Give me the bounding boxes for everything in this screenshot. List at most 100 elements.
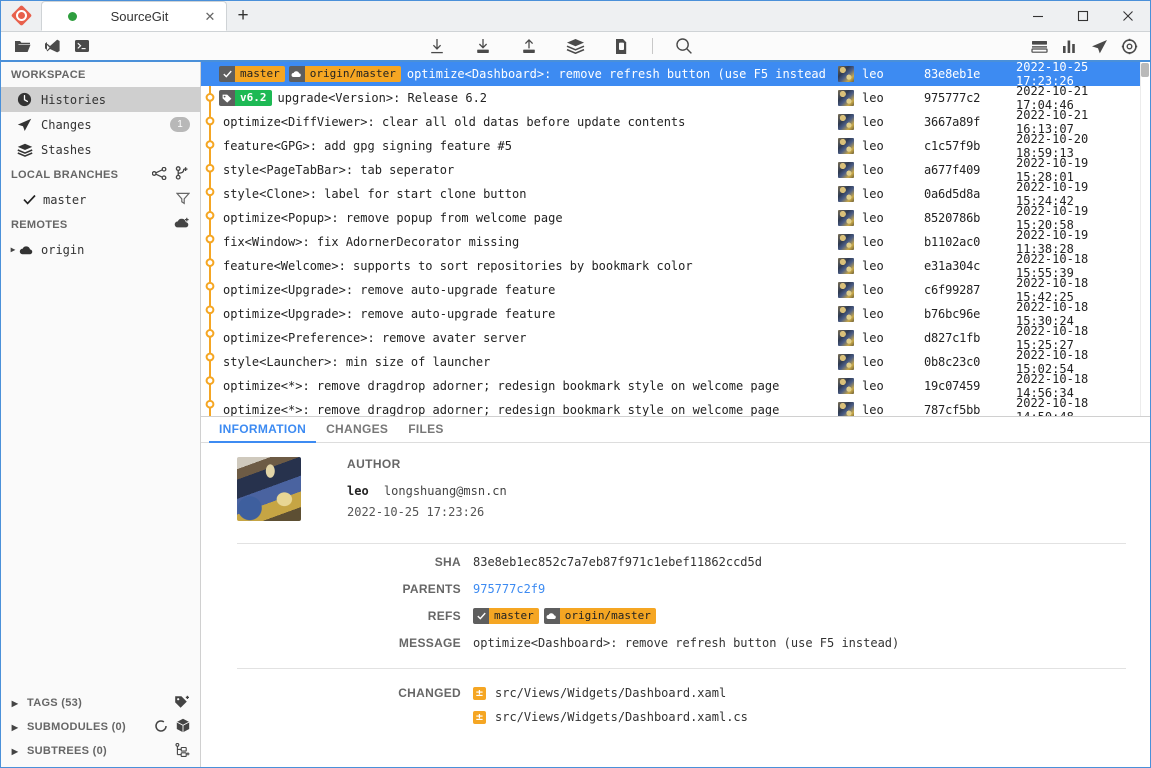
commit-meta-row[interactable]: leo a677f409 2022-10-19 15:28:01 bbox=[828, 156, 1150, 184]
ref-badge-tag[interactable]: v6.2 bbox=[219, 90, 272, 106]
commit-list-scrollbar-thumb[interactable] bbox=[1141, 63, 1149, 77]
pull-icon[interactable] bbox=[468, 33, 498, 59]
tab-information[interactable]: INFORMATION bbox=[209, 422, 317, 443]
commit-row[interactable]: optimize<Popup>: remove popup from welco… bbox=[201, 206, 828, 230]
sidebar-section-tags[interactable]: ▶ TAGS (53) bbox=[1, 691, 200, 715]
add-subtree-icon[interactable] bbox=[175, 742, 190, 760]
close-button[interactable] bbox=[1105, 0, 1150, 31]
commit-subject: style<Launcher>: min size of launcher bbox=[223, 355, 491, 369]
chevron-right-icon[interactable]: ▶ bbox=[9, 699, 21, 708]
commit-meta-row[interactable]: leo 0a6d5d8a 2022-10-19 15:24:42 bbox=[828, 180, 1150, 208]
avatar bbox=[838, 402, 854, 416]
commit-meta-row[interactable]: leo 8520786b 2022-10-19 15:20:58 bbox=[828, 204, 1150, 232]
statistics-icon[interactable] bbox=[1054, 33, 1084, 59]
commit-meta-columns: leo 83e8eb1e 2022-10-25 17:23:26 leo 975777c… bbox=[828, 62, 1150, 416]
commit-row[interactable]: fix<Window>: fix AdornerDecorator missin… bbox=[201, 230, 828, 254]
commit-row[interactable]: optimize<*>: remove dragdrop adorner; re… bbox=[201, 398, 828, 416]
check-icon bbox=[219, 66, 235, 82]
sidebar-item-stashes[interactable]: Stashes bbox=[1, 137, 200, 162]
local-branches-header-label: LOCAL BRANCHES bbox=[11, 168, 119, 181]
commit-meta-row[interactable]: leo b76bc96e 2022-10-18 15:30:24 bbox=[828, 300, 1150, 328]
commit-list-scrollbar[interactable] bbox=[1140, 62, 1150, 416]
commit-row[interactable]: v6.2 upgrade<Version>: Release 6.2 bbox=[201, 86, 828, 110]
commit-row[interactable]: style<Launcher>: min size of launcher bbox=[201, 350, 828, 374]
commit-author: leo bbox=[862, 91, 884, 105]
app-logo bbox=[1, 0, 41, 31]
commit-row[interactable]: feature<GPG>: add gpg signing feature #5 bbox=[201, 134, 828, 158]
commit-list[interactable]: master origin/master optimize<Dashboard>: … bbox=[201, 62, 1150, 416]
settings-gear-icon[interactable] bbox=[1114, 33, 1144, 59]
terminal-icon[interactable] bbox=[67, 33, 97, 59]
ref-badge-branch[interactable]: master bbox=[219, 66, 285, 82]
commit-row[interactable]: optimize<DiffViewer>: clear all old data… bbox=[201, 110, 828, 134]
detail-divider-2 bbox=[237, 668, 1126, 669]
filter-icon[interactable] bbox=[175, 192, 191, 208]
commit-meta-row[interactable]: leo 3667a89f 2022-10-21 16:13:07 bbox=[828, 108, 1150, 136]
new-tag-icon[interactable] bbox=[174, 695, 190, 712]
commit-row[interactable]: optimize<Upgrade>: remove auto-upgrade f… bbox=[201, 278, 828, 302]
commit-row[interactable]: optimize<Preference>: remove avater serv… bbox=[201, 326, 828, 350]
commit-meta-row[interactable]: leo c6f99287 2022-10-18 15:42:25 bbox=[828, 276, 1150, 304]
sidebar-item-changes[interactable]: Changes 1 bbox=[1, 112, 200, 137]
commit-meta-row[interactable]: leo b1102ac0 2022-10-19 11:38:28 bbox=[828, 228, 1150, 256]
sidebar-section-subtrees[interactable]: ▶ SUBTREES (0) bbox=[1, 739, 200, 763]
commit-row[interactable]: optimize<*>: remove dragdrop adorner; re… bbox=[201, 374, 828, 398]
sidebar-item-label: Changes bbox=[41, 117, 92, 132]
avatar bbox=[237, 457, 301, 521]
chevron-right-icon[interactable]: ▶ bbox=[9, 747, 21, 756]
ref-badge-remote: origin/master bbox=[543, 608, 656, 624]
add-remote-icon[interactable] bbox=[174, 217, 190, 232]
sidebar-section-submodules[interactable]: ▶ SUBMODULES (0) bbox=[1, 715, 200, 739]
tab-files[interactable]: FILES bbox=[398, 422, 454, 443]
external-editor-icon[interactable] bbox=[37, 33, 67, 59]
commit-meta-row[interactable]: leo 975777c2 2022-10-21 17:04:46 bbox=[828, 84, 1150, 112]
avatar bbox=[838, 186, 854, 202]
commit-row[interactable]: optimize<Upgrade>: remove auto-upgrade f… bbox=[201, 302, 828, 326]
sidebar-item-histories[interactable]: Histories bbox=[1, 87, 200, 112]
changed-file-row[interactable]: ± src/Views/Widgets/Dashboard.xaml.cs bbox=[473, 707, 748, 727]
fetch-icon[interactable] bbox=[422, 33, 452, 59]
commit-row[interactable]: style<PageTabBar>: tab seperator bbox=[201, 158, 828, 182]
commit-author: leo bbox=[862, 259, 884, 273]
check-icon bbox=[23, 194, 39, 205]
commit-row[interactable]: feature<Welcome>: supports to sort repos… bbox=[201, 254, 828, 278]
commit-subject-rows: master origin/master optimize<Dashboard>: … bbox=[201, 62, 828, 416]
maximize-button[interactable] bbox=[1060, 0, 1105, 31]
new-branch-icon[interactable] bbox=[175, 166, 190, 183]
sidebar-section-workspace: WORKSPACE bbox=[1, 62, 200, 87]
add-submodule-icon[interactable] bbox=[176, 718, 190, 736]
open-repository-icon[interactable] bbox=[7, 33, 37, 59]
commit-row[interactable]: master origin/master optimize<Dashboard>: … bbox=[201, 62, 828, 86]
commit-meta-row[interactable]: leo c1c57f9b 2022-10-20 18:59:13 bbox=[828, 132, 1150, 160]
commit-author: leo bbox=[862, 187, 884, 201]
chevron-right-icon[interactable]: ▶ bbox=[7, 245, 19, 254]
branch-graph-icon[interactable] bbox=[151, 166, 167, 183]
push-icon[interactable] bbox=[514, 33, 544, 59]
repository-tab[interactable]: SourceGit ✕ bbox=[41, 1, 227, 31]
commit-row[interactable]: style<Clone>: label for start clone butt… bbox=[201, 182, 828, 206]
commit-meta-row[interactable]: leo 83e8eb1e 2022-10-25 17:23:26 bbox=[828, 62, 1150, 88]
commit-meta-row[interactable]: leo e31a304c 2022-10-18 15:55:39 bbox=[828, 252, 1150, 280]
chevron-right-icon[interactable]: ▶ bbox=[9, 723, 21, 732]
commit-meta-row[interactable]: leo 0b8c23c0 2022-10-18 15:02:54 bbox=[828, 348, 1150, 376]
stash-icon[interactable] bbox=[560, 33, 590, 59]
ref-badge-remote[interactable]: origin/master bbox=[288, 66, 401, 82]
commit-meta-row[interactable]: leo 19c07459 2022-10-18 14:56:34 bbox=[828, 372, 1150, 400]
commit-sha: d827c1fb bbox=[924, 331, 981, 345]
layout-icon[interactable] bbox=[1024, 33, 1054, 59]
navigate-icon[interactable] bbox=[1084, 33, 1114, 59]
sidebar-item-branch-master[interactable]: master bbox=[1, 187, 200, 212]
new-tab-button[interactable]: + bbox=[227, 1, 259, 31]
changed-file-row[interactable]: ± src/Views/Widgets/Dashboard.xaml bbox=[473, 683, 748, 703]
tab-close-icon[interactable]: ✕ bbox=[202, 8, 218, 24]
commit-meta-row[interactable]: leo 787cf5bb 2022-10-18 14:50:48 bbox=[828, 396, 1150, 416]
field-parents-value[interactable]: 975777c2f9 bbox=[473, 581, 545, 598]
apply-patch-icon[interactable] bbox=[606, 33, 636, 59]
sidebar-item-remote-origin[interactable]: ▶ origin bbox=[1, 237, 200, 262]
minimize-button[interactable] bbox=[1015, 0, 1060, 31]
update-submodule-icon[interactable] bbox=[154, 719, 168, 736]
commit-meta-row[interactable]: leo d827c1fb 2022-10-18 15:25:27 bbox=[828, 324, 1150, 352]
search-icon[interactable] bbox=[669, 33, 699, 59]
field-sha: SHA 83e8eb1ec852c7a7eb87f971c1ebef11862c… bbox=[201, 554, 1150, 571]
tab-changes[interactable]: CHANGES bbox=[316, 422, 398, 443]
